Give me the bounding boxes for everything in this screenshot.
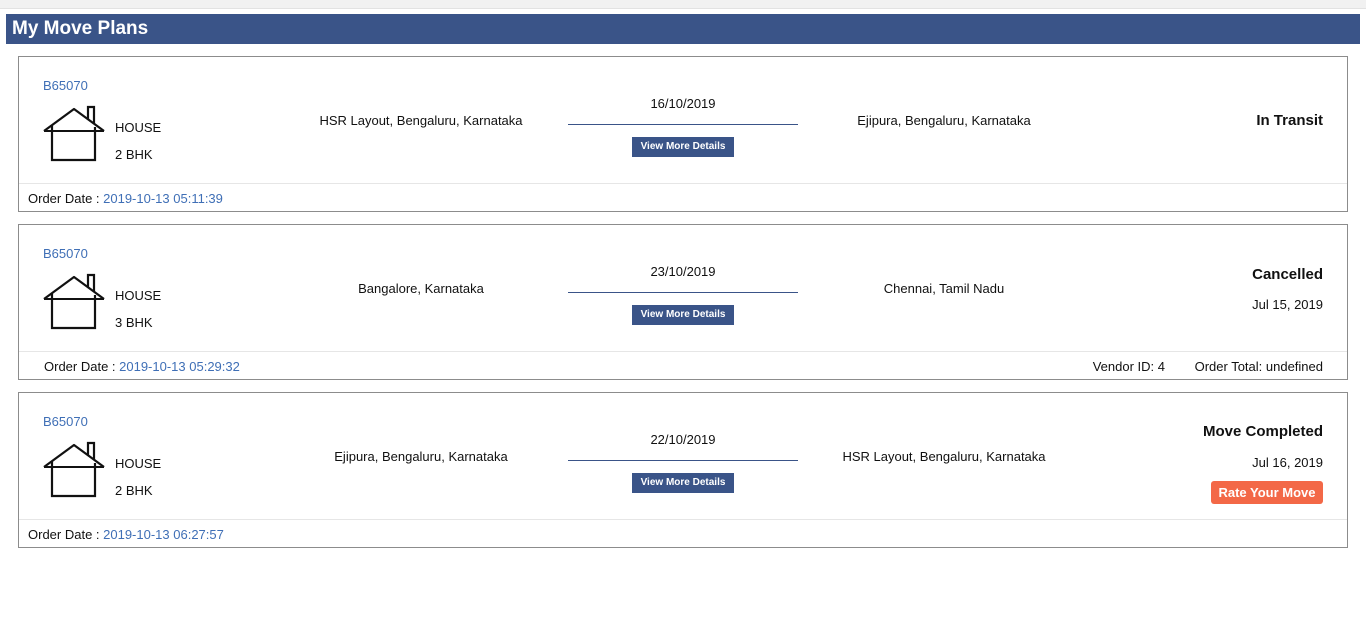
status-date: Jul 16, 2019 [1252, 455, 1323, 470]
property-size: 2 BHK [115, 147, 153, 162]
view-more-details-button[interactable]: View More Details [632, 137, 734, 157]
page-title: My Move Plans [6, 14, 1360, 44]
route-line [568, 124, 798, 125]
move-status: Move Completed [1202, 423, 1323, 440]
move-plan-summary: B65070 HOUSE 3 BHK Bangalore, Karnataka … [19, 225, 1347, 352]
move-plan-summary: B65070 HOUSE 2 BHK Ejipura, Bengaluru, K… [19, 393, 1347, 520]
house-icon [43, 441, 105, 498]
to-location: Chennai, Tamil Nadu [883, 281, 1005, 296]
from-location: Bangalore, Karnataka [358, 281, 484, 296]
move-date: 22/10/2019 [650, 432, 716, 447]
booking-id-link[interactable]: B65070 [43, 246, 88, 261]
from-location: HSR Layout, Bengaluru, Karnataka [319, 113, 523, 128]
view-more-details-button[interactable]: View More Details [632, 473, 734, 493]
order-date-value: 2019-10-13 06:27:57 [103, 527, 224, 542]
move-plan-summary: B65070 HOUSE 2 BHK HSR Layout, Bengaluru… [19, 57, 1347, 184]
move-plan-card: B65070 HOUSE 2 BHK Ejipura, Bengaluru, K… [18, 392, 1348, 548]
order-date: Order Date : 2019-10-13 05:29:32 [44, 359, 240, 374]
from-location: Ejipura, Bengaluru, Karnataka [334, 449, 508, 464]
order-date-value: 2019-10-13 05:11:39 [103, 191, 223, 206]
move-plan-footer: Order Date : 2019-10-13 05:29:32 Vendor … [19, 352, 1347, 380]
order-date-label: Order Date : [44, 359, 120, 374]
status-date: Jul 15, 2019 [1252, 297, 1323, 312]
property-size: 2 BHK [115, 483, 153, 498]
browser-top-strip [0, 0, 1366, 9]
view-more-details-button[interactable]: View More Details [632, 305, 734, 325]
route-line [568, 460, 798, 461]
order-date: Order Date : 2019-10-13 05:11:39 [28, 191, 223, 206]
booking-id-link[interactable]: B65070 [43, 414, 88, 429]
house-icon [43, 273, 105, 330]
move-plan-footer: Order Date : 2019-10-13 05:11:39 [19, 184, 1347, 212]
move-date: 16/10/2019 [650, 96, 716, 111]
order-date-value: 2019-10-13 05:29:32 [119, 359, 240, 374]
order-total: Order Total: undefined [1194, 359, 1323, 374]
rate-your-move-button[interactable]: Rate Your Move [1211, 481, 1323, 504]
move-status: In Transit [1256, 112, 1323, 129]
move-plan-card: B65070 HOUSE 3 BHK Bangalore, Karnataka … [18, 224, 1348, 380]
move-plan-footer: Order Date : 2019-10-13 06:27:57 [19, 520, 1347, 548]
order-date-label: Order Date : [28, 527, 104, 542]
property-type: HOUSE [115, 288, 162, 303]
house-icon [43, 105, 105, 162]
route-line [568, 292, 798, 293]
to-location: Ejipura, Bengaluru, Karnataka [857, 113, 1031, 128]
vendor-id: Vendor ID: 4 [1092, 359, 1165, 374]
move-date: 23/10/2019 [650, 264, 716, 279]
move-status: Cancelled [1252, 266, 1323, 283]
move-plan-card: B65070 HOUSE 2 BHK HSR Layout, Bengaluru… [18, 56, 1348, 212]
property-type: HOUSE [115, 456, 162, 471]
to-location: HSR Layout, Bengaluru, Karnataka [842, 449, 1046, 464]
order-date-label: Order Date : [28, 191, 104, 206]
order-date: Order Date : 2019-10-13 06:27:57 [28, 527, 224, 542]
booking-id-link[interactable]: B65070 [43, 78, 88, 93]
property-type: HOUSE [115, 120, 162, 135]
property-size: 3 BHK [115, 315, 153, 330]
